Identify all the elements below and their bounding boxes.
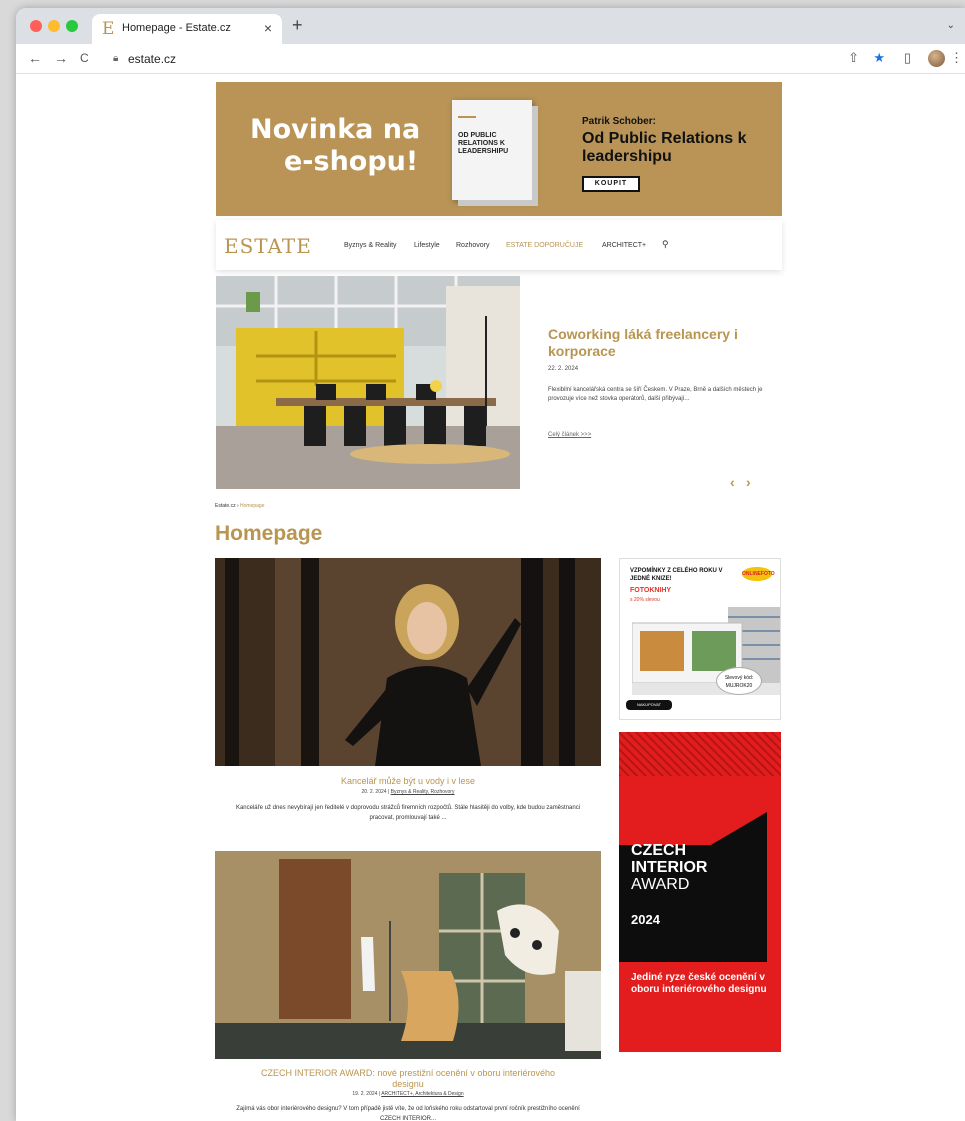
forward-icon[interactable]: → [54,51,68,65]
tab-list-chevron-icon[interactable]: ⌄ [947,20,955,31]
photobook-ad[interactable]: VZPOMÍNKY Z CELÉHO ROKU V JEDNÉ KNIZE! O… [619,558,781,720]
banner-headline-line1: Novinka na [250,114,421,145]
side-panel-icon[interactable]: ▯ [904,51,911,65]
nav-item-architect[interactable]: ARCHITECT+ [602,242,646,249]
new-tab-button[interactable]: + [292,16,303,34]
nav-item-lifestyle[interactable]: Lifestyle [414,242,440,249]
article-categories[interactable]: Byznys & Reality, Rozhovory [391,789,455,795]
hero-article-title[interactable]: Coworking láká freelancery i korporace [548,326,768,360]
breadcrumb: Estate.cz › Homepage [215,503,265,509]
article-image-interior[interactable] [215,851,601,1059]
article-categories[interactable]: ARCHITECT+, Architektura & Design [381,1091,463,1097]
banner-author: Patrik Schober: [582,116,656,127]
article-meta: 20. 2. 2024 | Byznys & Reality, Rozhovor… [215,789,601,795]
breadcrumb-current: Homepage [240,503,265,509]
close-window-button[interactable] [30,20,42,32]
article-title[interactable]: Kancelář může být u vody i v lese [215,776,601,786]
hero-image-coworking[interactable] [216,276,520,489]
book-stripe [458,116,476,118]
czech-interior-award-ad[interactable]: CZECH INTERIOR AWARD 2024 Jediné ryze če… [619,732,781,1052]
back-icon[interactable]: ← [28,51,42,65]
address-bar[interactable]: estate.cz [128,52,176,66]
award-word-award: AWARD [631,876,690,893]
nav-item-rozhovory[interactable]: Rozhovory [456,242,489,249]
browser-toolbar: ← → C 🔒︎ estate.cz ⇧ ★ ▯ ⋮ [16,44,965,74]
favicon-icon: E [102,19,115,39]
tab-title: Homepage - Estate.cz [122,22,231,34]
article-date: 19. 2. 2024 | [352,1091,382,1097]
reload-icon[interactable]: C [80,51,89,65]
lock-icon: 🔒︎ [113,53,119,64]
close-tab-icon[interactable]: × [264,20,272,36]
buy-button[interactable]: KOUPIT [582,176,640,192]
onlinefoto-logo: ONLINEFOTO [742,567,775,581]
slider-prev-icon[interactable]: ‹ [730,474,735,490]
eshop-banner[interactable]: Novinka na e-shopu! OD PUBLIC RELATIONS … [216,82,782,216]
award-word-czech: CZECH [631,842,687,859]
award-tagline: Jediné ryze české ocenění v oboru interi… [631,972,767,995]
menu-icon[interactable]: ⋮ [950,51,963,65]
bookmark-star-icon[interactable]: ★ [873,51,885,65]
article-excerpt: Zajímá vás obor interiérového designu? V… [236,1106,580,1121]
hero-article-date: 22. 2. 2024 [548,366,579,372]
banner-book-title: Od Public Relations k leadershipu [582,130,747,165]
article-excerpt: Kanceláře už dnes nevybírají jen ředitel… [235,805,581,821]
hero-article-excerpt: Flexibilní kancelářská centra se šíří Če… [548,387,763,402]
coworking-illustration [216,276,520,489]
nav-item-estate-doporucuje[interactable]: ESTATE DOPORUČUJE [506,242,583,249]
ad-discount: s 20% slevou [630,597,660,603]
discount-code-badge: Slevový kód: MUJROK20 [716,667,762,695]
article-meta: 19. 2. 2024 | ARCHITECT+, Architektura &… [215,1091,601,1097]
search-icon[interactable]: ⚲ [662,239,669,250]
nav-item-byznys-reality[interactable]: Byznys & Reality [344,242,397,249]
article-image-woman[interactable] [215,558,601,766]
browser-window: E Homepage - Estate.cz × + ⌄ ← → C 🔒︎ es… [16,8,965,1121]
breadcrumb-home-link[interactable]: Estate.cz [215,503,236,509]
award-word-interior: INTERIOR [631,859,708,876]
code-label: Slevový kód: [724,675,754,681]
tab-bar: E Homepage - Estate.cz × + ⌄ [16,8,965,44]
share-icon[interactable]: ⇧ [848,51,859,65]
woman-portrait-illustration [215,558,601,766]
article-date: 20. 2. 2024 | [361,789,391,795]
profile-avatar[interactable] [928,50,945,67]
main-navigation: ESTATE Byznys & Reality Lifestyle Rozhov… [216,220,782,270]
browser-tab[interactable]: E Homepage - Estate.cz × [92,14,282,44]
book-cover-image: OD PUBLIC RELATIONS K LEADERSHIPU [452,100,532,200]
ad-product: FOTOKNIHY [630,587,672,594]
award-year: 2024 [631,912,660,927]
award-line-czech: CZECH INTERIOR [631,842,707,876]
page-viewport: Novinka na e-shopu! OD PUBLIC RELATIONS … [16,74,965,1121]
banner-headline-line2: e-shopu! [284,146,419,177]
estate-logo[interactable]: ESTATE [224,234,312,258]
hero-read-more-link[interactable]: Celý článek >>> [548,432,591,438]
interior-illustration [215,851,601,1059]
code-value: MUJROK20 [725,683,753,689]
ad-pattern [619,732,781,776]
book-cover-title: OD PUBLIC RELATIONS K LEADERSHIPU [458,132,509,155]
slider-next-icon[interactable]: › [746,474,751,490]
maximize-window-button[interactable] [66,20,78,32]
minimize-window-button[interactable] [48,20,60,32]
article-title[interactable]: CZECH INTERIOR AWARD: nové prestižní oce… [255,1068,561,1090]
ad-headline: VZPOMÍNKY Z CELÉHO ROKU V JEDNÉ KNIZE! [630,568,723,582]
shop-button[interactable]: NAKUPOVAT [626,700,672,710]
page-title: Homepage [215,522,323,545]
